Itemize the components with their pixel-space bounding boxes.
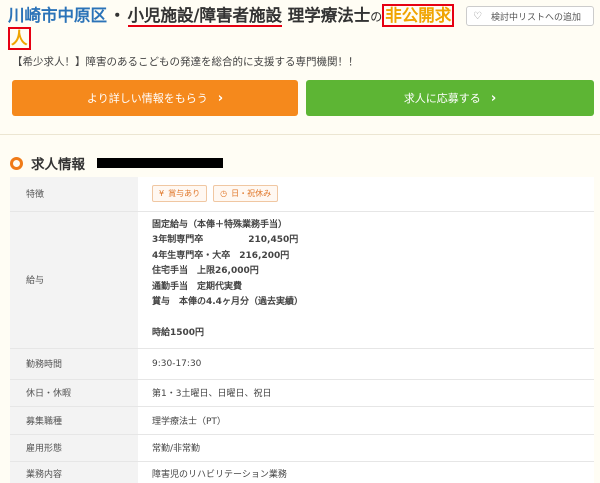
ring-icon — [10, 156, 23, 170]
chevron-right-icon: › — [490, 90, 497, 106]
salary-value: 固定給与（本俸＋特殊業務手当） 3年制専門卒 210,450円 4年生専門卒・大卒 … — [138, 211, 594, 349]
row-label: 休日・休暇 — [10, 379, 138, 407]
section-heading: 求人情報 — [10, 153, 223, 173]
area-link[interactable]: 川崎市中原区 — [8, 6, 107, 25]
private-badge: 非公開求 — [382, 4, 455, 27]
lead-text: 【希少求人！】障害のあるこどもの発達を総合的に支援する専門機関！！ — [12, 56, 359, 68]
job-title: 川崎市中原区・小児施設/障害者施設 理学療法士の 非公開求人 — [8, 4, 458, 50]
row-value: 常勤/非常勤 — [138, 434, 594, 462]
apply-button[interactable]: 求人に応募する › — [306, 80, 594, 116]
apply-label: 求人に応募する — [403, 92, 481, 105]
table-row: 勤務時間 9:30-17:30 — [10, 348, 594, 380]
facility-type: 小児施設/障害者施設 — [127, 6, 283, 27]
row-label: 業務内容 — [10, 461, 138, 483]
chevron-right-icon: › — [217, 90, 224, 106]
job-info-table: 特徴 ¥ 賞与あり ◷ 日・祝休み 給与 固定給与（本俸＋特殊業務手当） 3年制専門卒 … — [10, 177, 594, 483]
row-value: 障害児のリハビリテーション業務 — [138, 461, 594, 483]
table-row: 募集職種 理学療法士（PT） — [10, 406, 594, 435]
title-separator: ・ — [109, 6, 126, 25]
row-value: 第1・3土曜日、日曜日、祝日 — [138, 379, 594, 407]
add-to-list-label: 検討中リストへの追加 — [491, 12, 582, 23]
more-info-button[interactable]: より詳しい情報をもらう › — [12, 80, 298, 116]
row-label: 特徴 — [10, 177, 138, 212]
table-row: 雇用形態 常勤/非常勤 — [10, 434, 594, 462]
row-value: 9:30-17:30 — [138, 348, 594, 380]
heart-icon: ♡ — [473, 10, 482, 22]
feature-tag: ¥ 賞与あり — [152, 185, 208, 203]
job-type: 理学療法士 — [282, 6, 371, 25]
row-label: 雇用形態 — [10, 434, 138, 462]
row-label: 給与 — [10, 211, 138, 349]
table-row: 特徴 ¥ 賞与あり ◷ 日・祝休み — [10, 177, 594, 212]
table-row: 業務内容 障害児のリハビリテーション業務 — [10, 461, 594, 483]
title-particle: の — [370, 10, 383, 24]
divider — [0, 134, 600, 135]
row-label: 募集職種 — [10, 406, 138, 435]
more-info-label: より詳しい情報をもらう — [86, 92, 208, 105]
row-label: 勤務時間 — [10, 348, 138, 380]
private-badge-cont: 人 — [8, 27, 31, 50]
row-value: ¥ 賞与あり ◷ 日・祝休み — [138, 177, 594, 212]
feature-tag: ◷ 日・祝休み — [213, 185, 279, 203]
section-title: 求人情報 — [31, 157, 85, 173]
table-row: 休日・休暇 第1・3土曜日、日曜日、祝日 — [10, 379, 594, 407]
table-row: 給与 固定給与（本俸＋特殊業務手当） 3年制専門卒 210,450円 4年生専門卒・… — [10, 211, 594, 349]
yen-icon: ¥ — [159, 189, 165, 199]
clock-icon: ◷ — [220, 189, 228, 199]
row-value: 理学療法士（PT） — [138, 406, 594, 435]
redacted-block — [97, 158, 223, 168]
add-to-list-button[interactable]: ♡ 検討中リストへの追加 — [466, 6, 594, 26]
